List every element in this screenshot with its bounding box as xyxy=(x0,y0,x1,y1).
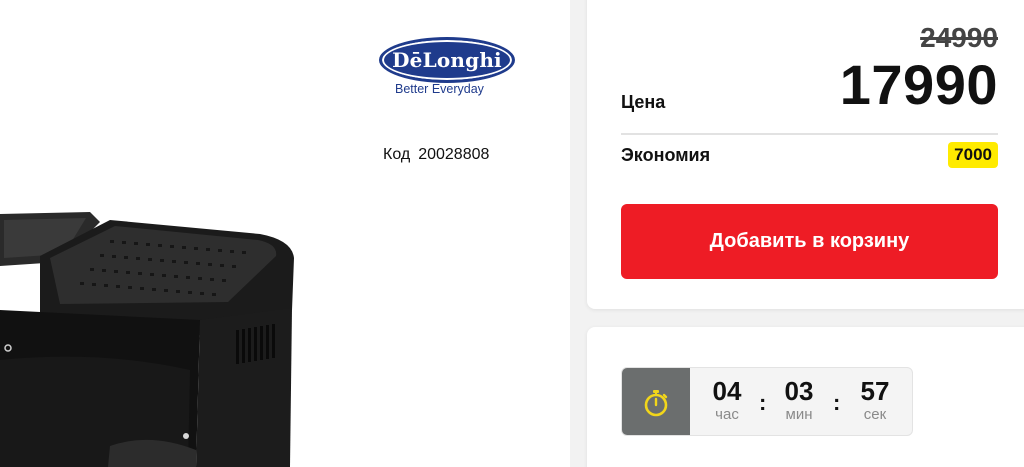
product-area: DēLonghi Better Everyday Код 20028808 xyxy=(0,0,570,467)
timer-hours-unit: час xyxy=(715,406,739,423)
timer-card: 04 час : 03 мин : 57 сек xyxy=(587,327,1024,467)
timer-minutes-value: 03 xyxy=(784,376,814,406)
product-code: Код 20028808 xyxy=(383,146,489,164)
price-divider xyxy=(621,133,998,135)
timer-separator: : xyxy=(759,390,767,415)
timer-seconds: 57 сек xyxy=(850,376,900,424)
timer-minutes: 03 мин xyxy=(774,376,824,424)
brand-logo-oval: DēLonghi xyxy=(379,37,515,83)
timer-seconds-unit: сек xyxy=(863,406,887,423)
product-code-label: Код xyxy=(383,146,411,163)
old-price: 24990 xyxy=(920,22,998,53)
timer-hours-value: 04 xyxy=(712,376,742,406)
brand-name: DēLonghi xyxy=(392,48,502,72)
price-label: Цена xyxy=(621,92,666,112)
side-column: 24990 Цена 17990 Экономия 7000 Добавить … xyxy=(570,0,1024,467)
timer-hours: 04 час xyxy=(702,376,752,424)
product-image[interactable] xyxy=(0,200,300,467)
current-price: 17990 xyxy=(839,53,998,116)
product-code-value: 20028808 xyxy=(418,146,490,163)
add-to-cart-button[interactable]: Добавить в корзину xyxy=(621,204,998,279)
stopwatch-icon xyxy=(622,368,690,435)
timer-separator: : xyxy=(833,390,841,415)
price-card: 24990 Цена 17990 Экономия 7000 Добавить … xyxy=(587,0,1024,309)
brand-logo[interactable]: DēLonghi Better Everyday xyxy=(379,37,515,101)
countdown-timer: 04 час : 03 мин : 57 сек xyxy=(621,367,913,436)
saving-label: Экономия xyxy=(621,145,711,165)
timer-seconds-value: 57 xyxy=(860,376,890,406)
saving-badge: 7000 xyxy=(948,142,998,168)
brand-tagline: Better Everyday xyxy=(395,82,484,96)
timer-minutes-unit: мин xyxy=(785,406,813,423)
